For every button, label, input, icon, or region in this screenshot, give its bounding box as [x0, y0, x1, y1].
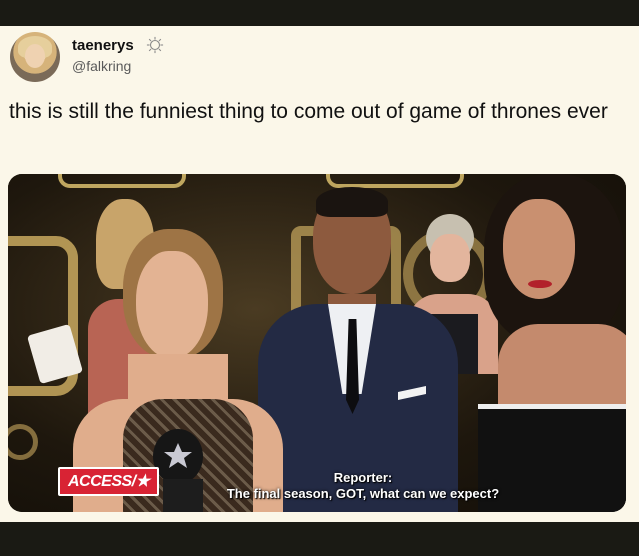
sparkle-badge-icon — [146, 36, 164, 54]
avatar[interactable] — [10, 32, 60, 82]
hbo-neon-sign — [326, 174, 464, 188]
caption-speaker: Reporter: — [333, 470, 393, 485]
woman-right-curly-hair — [458, 174, 626, 512]
tweet-photo[interactable]: ACCESS/★ Reporter: The final season, GOT… — [8, 174, 626, 512]
caption-line: The final season, GOT, what can we expec… — [226, 486, 500, 501]
hbo-neon-sign — [58, 174, 186, 188]
star-icon — [164, 443, 192, 468]
tweet-card: taenerys @falkring this is still the fun… — [0, 26, 639, 522]
display-name[interactable]: taenerys — [72, 37, 134, 54]
user-handle[interactable]: @falkring — [72, 58, 131, 74]
tweet-text: this is still the funniest thing to come… — [9, 100, 608, 123]
avatar-face — [25, 44, 45, 68]
bottom-frame-bar — [0, 522, 639, 556]
access-brand-logo: ACCESS/★ — [58, 467, 160, 496]
video-caption: Reporter: The final season, GOT, what ca… — [198, 470, 528, 502]
